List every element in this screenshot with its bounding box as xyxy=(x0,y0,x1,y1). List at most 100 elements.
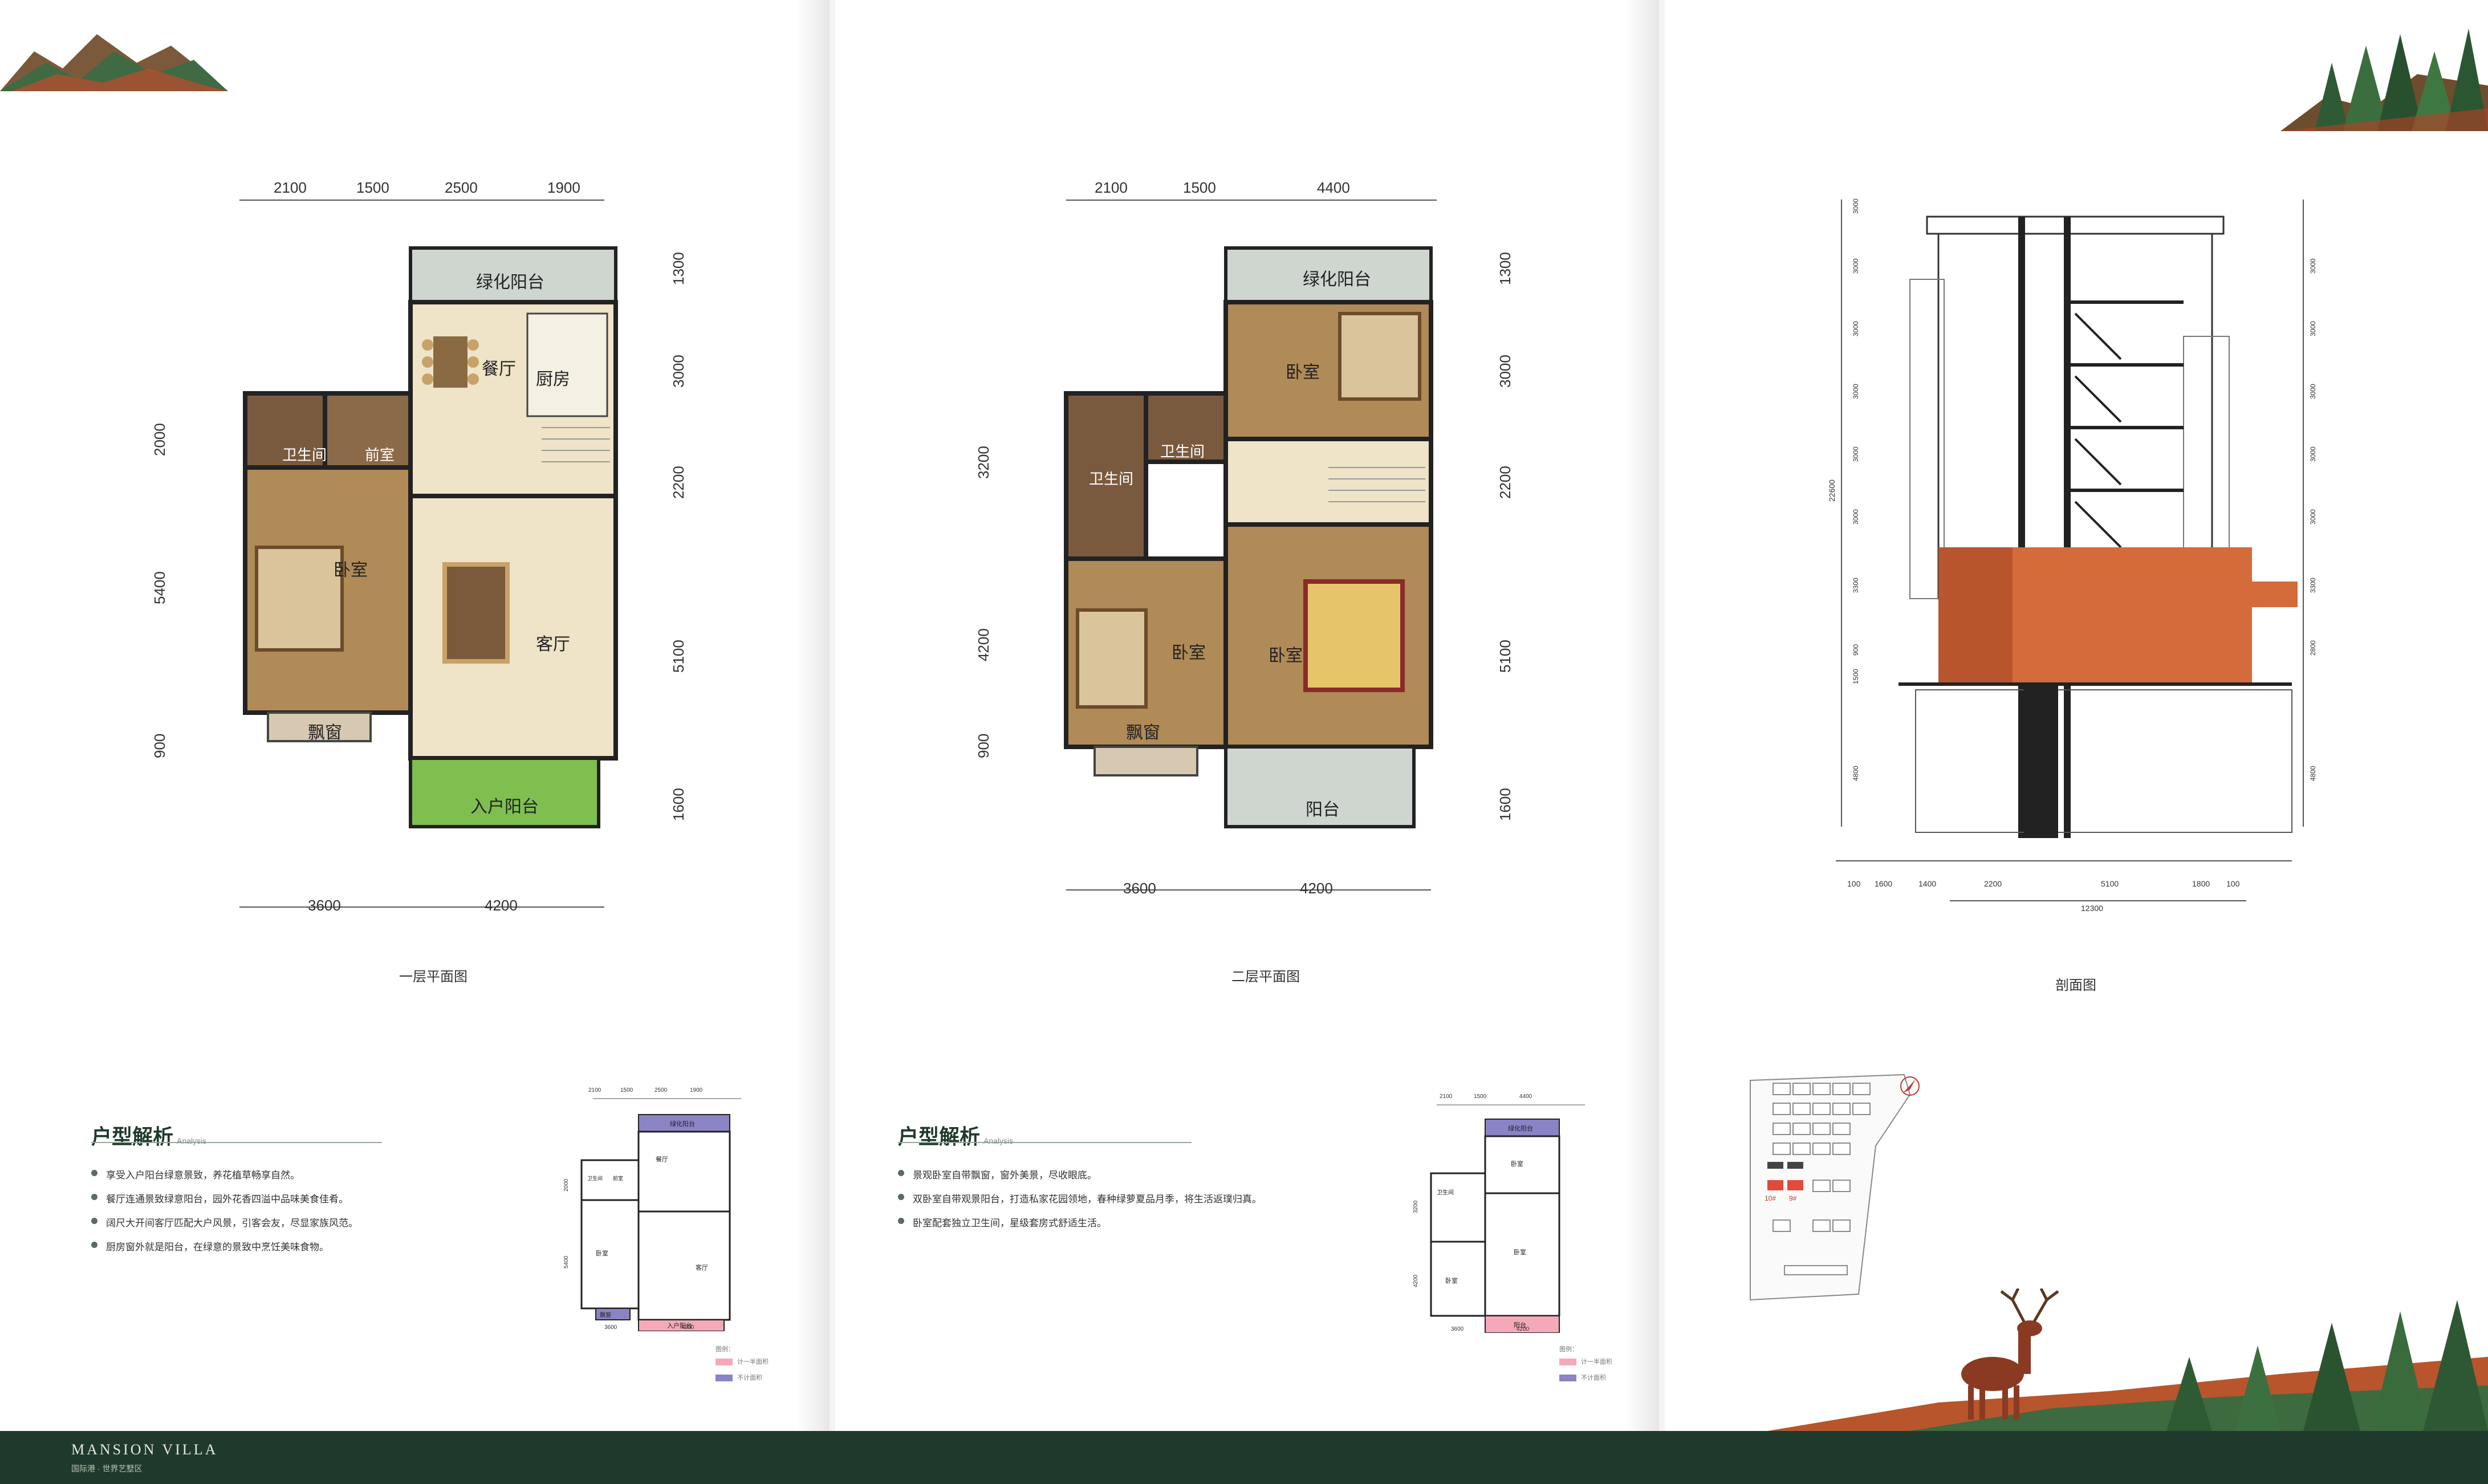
site-marker-9: 9# xyxy=(1789,1194,1797,1202)
floor1-dim-top-2: 1500 xyxy=(356,179,389,196)
floor1-room-kitchen: 厨房 xyxy=(536,370,570,389)
floor2-dim-right-1: 1300 xyxy=(1497,252,1514,285)
floor2-room-bath-a: 卫生间 xyxy=(1089,470,1134,487)
mini1-room-bedroom: 卧室 xyxy=(596,1250,608,1257)
mini1-dim-top-3: 2500 xyxy=(654,1087,668,1093)
floor2-dim-left-1: 3200 xyxy=(975,446,992,479)
section-right-dim-7: 2800 xyxy=(2309,640,2317,656)
section-left-dim-3: 3000 xyxy=(1852,321,1860,336)
floor2-dim-left-2: 4200 xyxy=(975,628,992,661)
floor1-dim-bottom-1: 3600 xyxy=(308,897,341,914)
floor1-dim-top-1: 2100 xyxy=(274,179,307,196)
section-svg xyxy=(1836,200,2304,901)
floor2-caption: 二层平面图 xyxy=(1231,969,1300,985)
floor1-dim-left-1: 2000 xyxy=(151,423,168,456)
mini2-room-bedroom-c: 卧室 xyxy=(1514,1249,1526,1256)
analysis2-rule xyxy=(898,1142,1192,1143)
section-left-dim-10: 4800 xyxy=(1852,766,1860,781)
analysis2-bullet: 双卧室自带观景阳台，打造私家花园领地，春种绿萝夏品月季，将生活返璞归真。 xyxy=(898,1191,1308,1205)
analysis1-bullet: 餐厅连通景致绿意阳台，园外花香四溢中品味美食佳肴。 xyxy=(91,1191,410,1205)
site-marker-10: 10# xyxy=(1765,1194,1776,1202)
mini1-room-bay: 飘窗 xyxy=(600,1312,611,1319)
analysis2-bullet: 景观卧室自带飘窗，窗外美景，尽收眼底。 xyxy=(898,1167,1308,1181)
floor1-dim-left-3: 900 xyxy=(151,733,168,758)
analysis2-title: 户型解析 Analysis xyxy=(898,1125,1014,1148)
mini1-room-green-balcony: 绿化阳台 xyxy=(670,1121,695,1128)
floor2-room-bedroom-c: 卧室 xyxy=(1269,647,1303,665)
section-left-dim-5: 3000 xyxy=(1852,446,1860,462)
section-dim-1: 100 xyxy=(1847,879,1861,888)
analysis1-bullet: 阔尺大开间客厅匹配大户风景，引客会友，尽显家族风范。 xyxy=(91,1215,410,1229)
section-right-dim-5: 3000 xyxy=(2309,509,2317,525)
analysis1-title: 户型解析 Analysis xyxy=(91,1125,207,1148)
forest-deco xyxy=(2280,29,2488,131)
legend-pink-swatch xyxy=(715,1359,733,1366)
mini2-room-green-balcony: 绿化阳台 xyxy=(1508,1125,1533,1132)
section-caption: 剖面图 xyxy=(2055,978,2096,993)
section-right-dim-6: 3300 xyxy=(2309,578,2317,593)
mini1-dim-bottom-2: 4200 xyxy=(681,1324,694,1331)
legend-purple-swatch xyxy=(1559,1375,1576,1382)
mini2-room-bath: 卫生间 xyxy=(1437,1190,1454,1196)
section-left-dim-2: 3000 xyxy=(1852,258,1860,274)
floor1-room-foyer: 前室 xyxy=(365,446,395,464)
north-arrow-icon xyxy=(1900,1076,1920,1096)
analysis1-bullet: 厨房窗外就是阳台，在绿意的景致中烹饪美味食物。 xyxy=(91,1239,410,1253)
mini2-room-bedroom-a: 卧室 xyxy=(1511,1161,1523,1168)
footer-bar: MANSION VILLA 国际港 · 世界艺墅区 xyxy=(0,1431,2488,1484)
analysis2-list: 景观卧室自带飘窗，窗外美景，尽收眼底。 双卧室自带观景阳台，打造私家花园领地，春… xyxy=(898,1167,1308,1239)
page-gap-1 xyxy=(830,0,835,1431)
mini1-room-living: 客厅 xyxy=(696,1265,708,1271)
floor2-dim-left-3: 900 xyxy=(975,733,992,758)
floor2-room-bedroom-b: 卧室 xyxy=(1172,644,1206,662)
floor2-room-green-balcony: 绿化阳台 xyxy=(1303,270,1371,289)
mini1-room-dining: 餐厅 xyxy=(656,1156,668,1163)
floor2-dim-top-2: 1500 xyxy=(1183,179,1216,196)
section-right-dim-2: 3000 xyxy=(2309,321,2317,336)
floor1-drawing xyxy=(243,246,618,828)
mini1-room-bath: 卫生间 xyxy=(587,1176,603,1181)
section-dim-2: 1600 xyxy=(1875,879,1893,888)
analysis1-list: 享受入户阳台绿意景致，养花植草畅享自然。 餐厅连通景致绿意阳台，园外花香四溢中品… xyxy=(91,1167,410,1263)
floor2-dim-right-3: 2200 xyxy=(1497,466,1514,499)
floor1-dim-top-4: 1900 xyxy=(547,179,580,196)
analysis2-title-en: Analysis xyxy=(983,1136,1014,1145)
mini1-dim-left-1: 2000 xyxy=(563,1178,570,1192)
floor2-room-balcony: 阳台 xyxy=(1306,800,1340,819)
mini2-room-bedroom-b: 卧室 xyxy=(1445,1278,1458,1284)
floor1-dim-right-5: 1600 xyxy=(670,788,687,821)
analysis1-bullet: 享受入户阳台绿意景致，养花植草畅享自然。 xyxy=(91,1167,410,1181)
floor2-dim-top-3: 4400 xyxy=(1317,179,1350,196)
floor2-dim-top-1: 2100 xyxy=(1095,179,1128,196)
floor1-dim-left-2: 5400 xyxy=(151,571,168,604)
floor2-plan: 2100 1500 4400 绿化阳台 卧室 卫生间 卫生间 卧室 卧室 飘窗 … xyxy=(975,171,1517,924)
section-dim-3: 1400 xyxy=(1918,879,1937,888)
page-gap-2 xyxy=(1659,0,1665,1431)
mini1-legend: 图例： 计一半面积 不计面积 xyxy=(715,1344,769,1382)
floor1-room-green-balcony: 绿化阳台 xyxy=(476,273,544,292)
section-left-dim-8: 900 xyxy=(1852,644,1860,656)
section-left-dim-1: 3000 xyxy=(1852,198,1860,214)
mini2-legend-purple: 不计面积 xyxy=(1581,1375,1606,1381)
brand-sub: 国际港 · 世界艺墅区 xyxy=(71,1464,143,1473)
mini1-room-foyer: 前室 xyxy=(613,1176,624,1181)
analysis1-rule xyxy=(91,1142,382,1143)
mini2-dim-top-2: 1500 xyxy=(1474,1093,1487,1100)
floor1-dim-right-4: 5100 xyxy=(670,640,687,673)
mini1-legend-pink: 计一半面积 xyxy=(737,1359,769,1365)
mini-plan-1: 2100 1500 2500 1900 2000 5400 绿化阳台 餐厅 卫生… xyxy=(563,1086,758,1331)
mini2-legend-pink: 计一半面积 xyxy=(1581,1359,1612,1365)
section-dim-left-total: 22600 xyxy=(1827,479,1836,502)
mini1-dim-top-2: 1500 xyxy=(620,1087,633,1093)
floor2-dim-bottom-2: 4200 xyxy=(1300,880,1333,897)
section-dim-5: 5100 xyxy=(2101,879,2119,888)
floor2-dim-right-2: 3000 xyxy=(1497,355,1514,388)
mini2-dim-top-1: 2100 xyxy=(1440,1093,1453,1100)
mini1-dim-bottom-1: 3600 xyxy=(604,1324,617,1331)
floor2-dim-right-5: 1600 xyxy=(1497,788,1514,821)
section-dim-6: 1800 xyxy=(2192,879,2210,888)
floor1-dim-bottom-2: 4200 xyxy=(485,897,518,914)
mini1-legend-title: 图例： xyxy=(715,1346,734,1353)
floor1-room-bedroom: 卧室 xyxy=(334,561,368,580)
mini2-dim-bottom-1: 3600 xyxy=(1451,1326,1464,1332)
